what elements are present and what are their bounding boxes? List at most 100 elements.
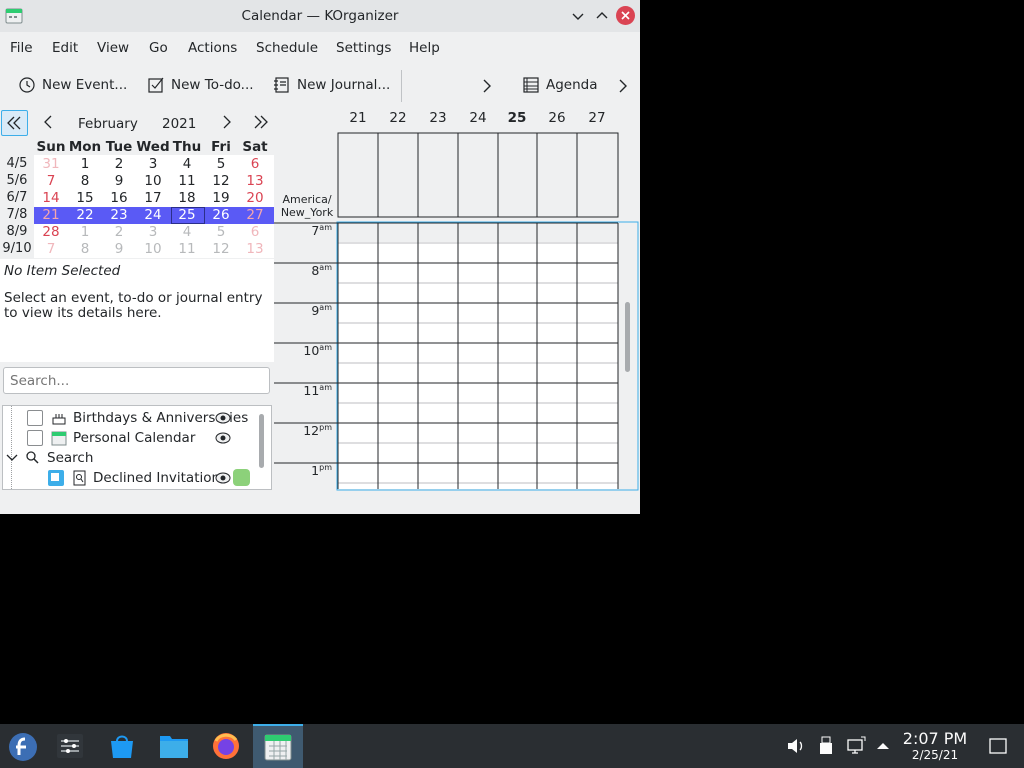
year-label[interactable]: 2021	[162, 116, 196, 132]
calendar-day[interactable]: 3	[136, 224, 170, 240]
minimize-icon[interactable]	[569, 7, 587, 25]
network-icon[interactable]	[846, 736, 866, 756]
calendar-color-swatch[interactable]	[233, 469, 250, 486]
agenda-day-header-today[interactable]: 25	[497, 110, 537, 126]
calendar-day[interactable]: 5	[204, 156, 238, 172]
previous-month-button[interactable]	[36, 110, 61, 134]
calendar-day[interactable]: 4	[170, 224, 204, 240]
calendar-day[interactable]: 20	[238, 190, 272, 206]
month-label[interactable]: February	[78, 116, 138, 132]
chevron-right-icon[interactable]	[479, 77, 495, 95]
new-journal-button[interactable]: New Journal...	[273, 77, 390, 93]
calendar-day[interactable]: 3	[136, 156, 170, 172]
visibility-eye-icon[interactable]	[215, 470, 231, 486]
calendar-day[interactable]: 10	[136, 173, 170, 189]
calendar-day[interactable]: 27	[238, 207, 272, 223]
calendar-day[interactable]: 4	[170, 156, 204, 172]
week-number[interactable]: 9/10	[2, 241, 32, 256]
calendar-day[interactable]: 19	[204, 190, 238, 206]
close-button[interactable]	[616, 6, 635, 25]
visibility-eye-icon[interactable]	[215, 410, 231, 426]
week-number[interactable]: 5/6	[2, 173, 32, 188]
firefox-icon[interactable]	[211, 731, 241, 761]
calendar-group-search[interactable]: Search	[3, 448, 271, 468]
calendar-day[interactable]: 8	[68, 173, 102, 189]
week-number[interactable]: 7/8	[2, 207, 32, 222]
system-settings-icon[interactable]	[56, 733, 84, 759]
agenda-scrollbar[interactable]	[625, 302, 630, 372]
calendar-day[interactable]: 15	[68, 190, 102, 206]
agenda-day-header[interactable]: 27	[577, 110, 617, 126]
agenda-day-header[interactable]: 23	[418, 110, 458, 126]
calendar-list-scrollbar[interactable]	[259, 414, 264, 468]
menu-help[interactable]: Help	[409, 40, 440, 56]
calendar-day[interactable]: 17	[136, 190, 170, 206]
calendar-day[interactable]: 28	[34, 224, 68, 240]
calendar-item-declined[interactable]: Declined Invitations	[3, 468, 271, 488]
menu-settings[interactable]: Settings	[336, 40, 391, 56]
agenda-day-header[interactable]: 26	[537, 110, 577, 126]
birthdays-checkbox[interactable]	[27, 410, 43, 426]
next-month-button[interactable]	[214, 110, 239, 134]
agenda-view-button[interactable]: Agenda	[522, 77, 598, 93]
chevron-down-icon[interactable]	[5, 451, 19, 465]
calendar-item-birthdays[interactable]: Birthdays & Anniversaries	[3, 408, 271, 428]
agenda-day-header[interactable]: 21	[338, 110, 378, 126]
calendar-item-personal[interactable]: Personal Calendar	[3, 428, 271, 448]
calendar-day[interactable]: 12	[204, 241, 238, 257]
maximize-icon[interactable]	[593, 7, 611, 25]
calendar-day[interactable]: 9	[102, 241, 136, 257]
calendar-day[interactable]: 9	[102, 173, 136, 189]
next-year-button[interactable]	[248, 110, 273, 134]
volume-icon[interactable]	[786, 737, 806, 755]
visibility-eye-icon[interactable]	[215, 430, 231, 446]
calendar-day[interactable]: 13	[238, 173, 272, 189]
korganizer-task-button[interactable]	[253, 724, 303, 768]
chevron-right-more-icon[interactable]	[615, 77, 631, 95]
personal-checkbox[interactable]	[27, 430, 43, 446]
calendar-day[interactable]: 22	[68, 207, 102, 223]
calendar-day[interactable]: 7	[34, 173, 68, 189]
usb-device-icon[interactable]	[818, 736, 834, 756]
calendar-day[interactable]: 12	[204, 173, 238, 189]
declined-checkbox[interactable]	[48, 470, 64, 486]
calendar-day[interactable]: 24	[136, 207, 170, 223]
calendar-day[interactable]: 13	[238, 241, 272, 257]
menu-file[interactable]: File	[10, 40, 33, 56]
calendar-day[interactable]: 1	[68, 156, 102, 172]
calendar-day[interactable]: 14	[34, 190, 68, 206]
week-number[interactable]: 8/9	[2, 224, 32, 239]
calendar-day[interactable]: 10	[136, 241, 170, 257]
clock-time[interactable]: 2:07 PM	[896, 729, 974, 748]
agenda-day-header[interactable]: 22	[378, 110, 418, 126]
menu-edit[interactable]: Edit	[52, 40, 78, 56]
clock-date[interactable]: 2/25/21	[896, 748, 974, 762]
calendar-day[interactable]: 18	[170, 190, 204, 206]
calendar-day[interactable]: 6	[238, 156, 272, 172]
week-number[interactable]: 4/5	[2, 156, 32, 171]
menu-view[interactable]: View	[97, 40, 129, 56]
calendar-day[interactable]: 31	[34, 156, 68, 172]
calendar-day[interactable]: 5	[204, 224, 238, 240]
calendar-day[interactable]: 11	[170, 241, 204, 257]
menu-actions[interactable]: Actions	[188, 40, 237, 56]
week-number[interactable]: 6/7	[2, 190, 32, 205]
show-hidden-icons-chevron[interactable]	[875, 739, 891, 753]
calendar-day[interactable]: 26	[204, 207, 238, 223]
previous-year-button[interactable]	[1, 110, 28, 136]
calendar-day[interactable]: 1	[68, 224, 102, 240]
calendar-day-today[interactable]: 25	[170, 207, 204, 223]
calendar-search-input[interactable]	[3, 367, 270, 394]
menu-go[interactable]: Go	[149, 40, 168, 56]
calendar-day[interactable]: 2	[102, 224, 136, 240]
calendar-day[interactable]: 11	[170, 173, 204, 189]
calendar-day[interactable]: 7	[34, 241, 68, 257]
calendar-day[interactable]: 8	[68, 241, 102, 257]
title-bar[interactable]: Calendar — KOrganizer	[0, 0, 640, 32]
menu-schedule[interactable]: Schedule	[256, 40, 318, 56]
new-event-button[interactable]: New Event...	[18, 77, 127, 93]
agenda-day-header[interactable]: 24	[458, 110, 498, 126]
fedora-launcher-icon[interactable]	[8, 732, 38, 762]
calendar-day[interactable]: 16	[102, 190, 136, 206]
software-store-icon[interactable]	[108, 732, 136, 760]
